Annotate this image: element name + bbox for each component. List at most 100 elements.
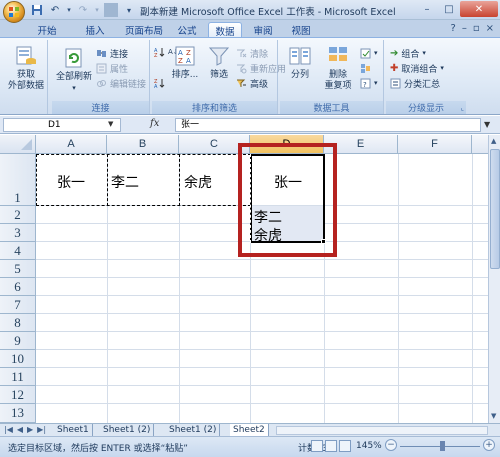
sheet-tab-4[interactable]: Sheet2 [230, 424, 269, 436]
text-to-columns-button[interactable]: 分列 [282, 44, 318, 81]
tab-view[interactable]: 视图 [288, 22, 314, 37]
sheet-tab-1[interactable]: Sheet1 [54, 424, 93, 436]
formula-expand-icon[interactable]: ▼ [484, 120, 490, 129]
tab-data[interactable]: 数据 [208, 22, 242, 38]
gridline-row [36, 259, 488, 260]
vertical-scrollbar[interactable]: ▲ ▼ [488, 135, 500, 423]
tab-insert[interactable]: 插入 [82, 22, 108, 37]
group-dropdown-icon[interactable]: ▾ [422, 49, 426, 57]
sheet-tab-3[interactable]: Sheet1 (2) [166, 424, 221, 436]
horizontal-scrollbar[interactable] [276, 426, 488, 435]
row-header-3[interactable]: 3 [0, 224, 36, 242]
redo-dropdown-icon[interactable]: ▾ [94, 3, 100, 17]
row-header-9[interactable]: 9 [0, 332, 36, 350]
select-all-corner[interactable] [0, 135, 36, 154]
row-header-7[interactable]: 7 [0, 296, 36, 314]
tab-page-layout[interactable]: 页面布局 [120, 22, 168, 37]
row-header-8[interactable]: 8 [0, 314, 36, 332]
customize-qat-icon[interactable]: ▾ [122, 3, 136, 17]
scroll-down-icon[interactable]: ▼ [491, 412, 496, 420]
properties-button[interactable]: 属性 [96, 61, 128, 75]
row-header-4[interactable]: 4 [0, 242, 36, 260]
column-header-b[interactable]: B [107, 135, 179, 154]
sheet-tab-2[interactable]: Sheet1 (2) [100, 424, 155, 436]
maximize-button[interactable]: □ [438, 1, 460, 17]
zoom-in-button[interactable]: + [483, 439, 495, 451]
name-box-dropdown-icon[interactable]: ▼ [108, 120, 113, 128]
normal-view-button[interactable] [311, 440, 323, 452]
undo-dropdown-icon[interactable]: ▾ [66, 3, 72, 17]
formula-input[interactable]: 张一 [175, 118, 481, 132]
subtotal-button[interactable]: 分类汇总 [390, 76, 440, 90]
row-header-6[interactable]: 6 [0, 278, 36, 296]
column-header-f[interactable]: F [398, 135, 472, 154]
cell-a1[interactable]: 张一 [57, 172, 85, 192]
ribbon-minimize-icon[interactable]: – [462, 23, 467, 34]
zoom-slider-thumb[interactable] [440, 441, 445, 451]
page-break-view-button[interactable] [339, 440, 351, 452]
gridline-row [36, 367, 488, 368]
save-icon[interactable] [30, 3, 44, 17]
tab-formulas[interactable]: 公式 [174, 22, 200, 37]
undo-icon[interactable]: ↶ [48, 3, 62, 17]
group-outline: ➔ 组合 ▾ ✚ 取消组合 ▾ 分类汇总 分级显示 ⌞ [386, 40, 466, 114]
page-layout-view-button[interactable] [325, 440, 337, 452]
group-label-text: 组合 [401, 49, 420, 60]
reapply-button[interactable]: 重新应用 [236, 61, 286, 75]
name-box[interactable]: D1 [3, 118, 121, 132]
ribbon-close-icon[interactable]: × [486, 23, 494, 34]
group-button[interactable]: ➔ 组合 ▾ [390, 46, 426, 60]
remove-duplicates-label-2: 重复项 [324, 81, 352, 91]
cell-c1[interactable]: 余虎 [184, 172, 212, 192]
remove-duplicates-button[interactable]: 删除 重复项 [320, 44, 356, 92]
group-arrow-icon: ➔ [390, 47, 399, 59]
outline-dialog-launcher-icon[interactable]: ⌞ [461, 104, 464, 112]
scroll-up-icon[interactable]: ▲ [491, 137, 496, 145]
office-button[interactable] [3, 1, 25, 23]
close-button[interactable]: ✕ [460, 1, 498, 17]
row-header-1[interactable]: 1 [0, 154, 36, 206]
get-external-data-button[interactable]: 获取 外部数据 [8, 44, 44, 92]
ungroup-dropdown-icon[interactable]: ▾ [440, 64, 444, 72]
help-icon[interactable]: ? [451, 23, 456, 34]
minimize-button[interactable]: – [416, 1, 438, 17]
refresh-dropdown-icon[interactable]: ▾ [72, 83, 76, 94]
svg-text:A: A [154, 84, 158, 89]
row-header-13[interactable]: 13 [0, 404, 36, 423]
tab-home[interactable]: 开始 [34, 22, 60, 37]
refresh-all-button[interactable]: 全部刷新 ▾ [54, 46, 94, 94]
row-header-2[interactable]: 2 [0, 206, 36, 224]
sort-descending-button[interactable]: ZA [154, 76, 165, 90]
column-header-partial[interactable] [472, 135, 488, 154]
data-validation-button[interactable]: ▾ [360, 46, 378, 60]
row-header-12[interactable]: 12 [0, 386, 36, 404]
row-header-5[interactable]: 5 [0, 260, 36, 278]
filter-button[interactable]: 筛选 [204, 44, 234, 81]
next-sheet-icon[interactable]: ▶ [27, 425, 33, 434]
zoom-level[interactable]: 145% [356, 441, 382, 451]
cell-b1[interactable]: 李二 [111, 172, 139, 192]
advanced-button[interactable]: 高级 [236, 76, 268, 90]
insert-function-button[interactable]: fx [150, 118, 159, 129]
last-sheet-icon[interactable]: ▶| [37, 425, 46, 434]
consolidate-button[interactable] [360, 61, 371, 75]
prev-sheet-icon[interactable]: ◀ [17, 425, 23, 434]
data-validation-dropdown-icon[interactable]: ▾ [374, 49, 378, 57]
zoom-out-button[interactable]: − [385, 439, 397, 451]
sort-button[interactable]: A Z Z A 排序... [170, 44, 200, 81]
ungroup-button[interactable]: ✚ 取消组合 ▾ [390, 61, 444, 75]
tab-review[interactable]: 审阅 [250, 22, 276, 37]
gridline-row [36, 313, 488, 314]
what-if-analysis-button[interactable]: ? ▾ [360, 76, 378, 90]
redo-icon[interactable]: ↷ [76, 3, 90, 17]
edit-links-button[interactable]: 编辑链接 [96, 76, 146, 90]
vertical-scroll-thumb[interactable] [490, 149, 500, 269]
ribbon-restore-icon[interactable]: ▫ [473, 23, 480, 34]
what-if-dropdown-icon[interactable]: ▾ [374, 79, 378, 87]
clear-button[interactable]: 清除 [236, 46, 268, 60]
row-header-11[interactable]: 11 [0, 368, 36, 386]
connections-button[interactable]: 连接 [96, 46, 128, 60]
first-sheet-icon[interactable]: |◀ [4, 425, 13, 434]
column-header-a[interactable]: A [36, 135, 107, 154]
row-header-10[interactable]: 10 [0, 350, 36, 368]
